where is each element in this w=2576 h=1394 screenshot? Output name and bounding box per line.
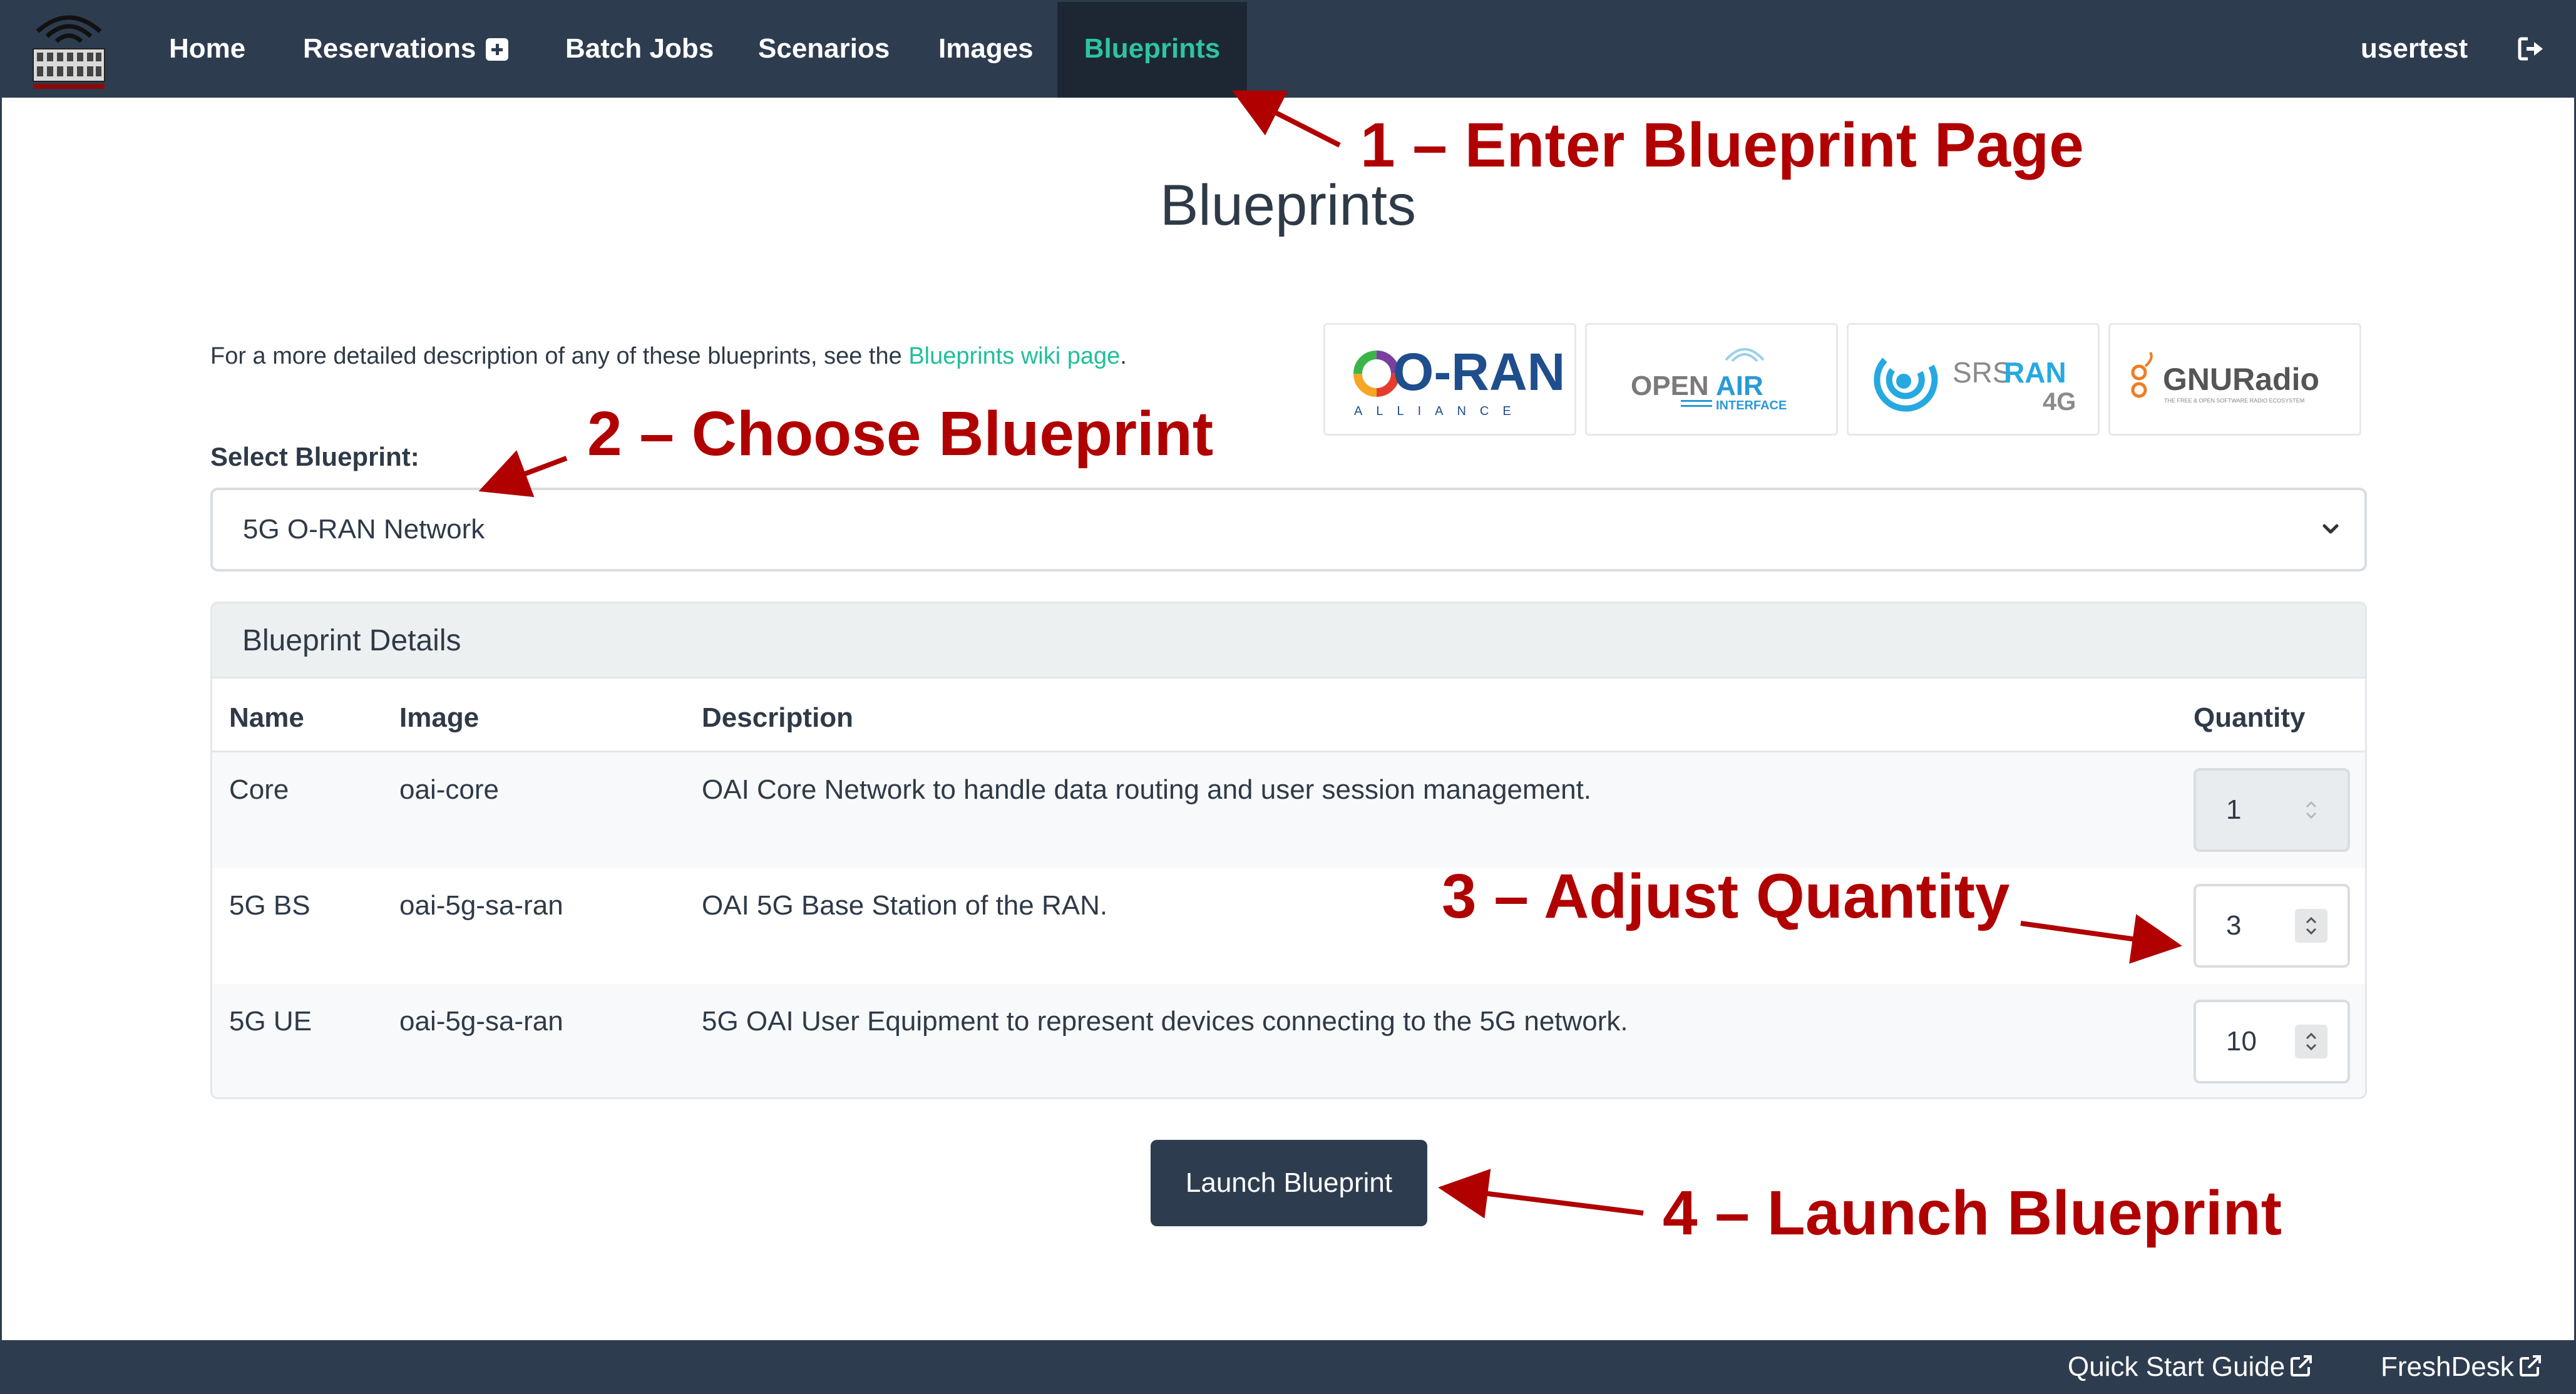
column-header-name: Name <box>229 702 304 733</box>
column-header-description: Description <box>702 702 854 733</box>
oran-logo-card: O-RAN ALLIANCE <box>1323 323 1576 436</box>
row-image: oai-5g-sa-ran <box>399 1006 563 1037</box>
blueprint-select[interactable]: 5G O-RAN Network <box>210 488 2367 571</box>
oran-logo-icon: O-RAN ALLIANCE <box>1353 342 1565 418</box>
external-link-icon <box>2291 1355 2312 1376</box>
svg-text:O-RAN: O-RAN <box>1393 342 1565 401</box>
blueprint-details-panel: Blueprint Details Name Image Description… <box>210 602 2367 1099</box>
row-description: 5G OAI User Equipment to represent devic… <box>702 1006 1628 1037</box>
blueprints-wiki-link[interactable]: Blueprints wiki page <box>908 343 1120 369</box>
quantity-stepper-5g-bs[interactable]: 3 <box>2194 884 2350 968</box>
row-name: Core <box>229 774 289 805</box>
quantity-value: 1 <box>2226 794 2242 825</box>
launch-blueprint-button[interactable]: Launch Blueprint <box>1151 1140 1427 1226</box>
stepper-arrows-icon[interactable] <box>2295 1025 2327 1058</box>
column-header-image: Image <box>399 702 480 733</box>
row-description: OAI 5G Base Station of the RAN. <box>702 890 1108 921</box>
table-row: Core oai-core OAI Core Network to handle… <box>212 752 2365 868</box>
nav-blueprints[interactable]: Blueprints <box>1057 0 1247 98</box>
nav-reservations[interactable]: Reservations <box>303 0 509 98</box>
svg-text:SRS: SRS <box>1953 356 2012 389</box>
svg-text:4G: 4G <box>2043 388 2076 416</box>
stepper-arrows-icon <box>2295 793 2327 827</box>
page-title: Blueprints <box>1159 173 1417 237</box>
arrow-step-1 <box>1231 90 1341 148</box>
row-name: 5G BS <box>229 890 310 921</box>
srsran-logo-icon: SRS RAN 4G <box>1874 356 2076 416</box>
blueprint-select-value: 5G O-RAN Network <box>243 514 485 545</box>
arrow-step-4 <box>1438 1169 1644 1219</box>
srsran-logo-card: SRS RAN 4G <box>1847 323 2100 436</box>
add-reservation-icon[interactable] <box>486 38 509 61</box>
select-blueprint-label: Select Blueprint: <box>210 442 419 471</box>
nav-images[interactable]: Images <box>938 0 1034 98</box>
row-name: 5G UE <box>229 1006 312 1037</box>
annotation-step-2: 2 – Choose Blueprint <box>587 399 1214 469</box>
svg-text:GNURadio: GNURadio <box>2163 362 2319 397</box>
external-link-icon <box>2519 1355 2541 1376</box>
openairinterface-logo-card: OPEN AIR INTERFACE <box>1585 323 1838 436</box>
row-image: oai-core <box>399 774 499 805</box>
freshdesk-link[interactable]: FreshDesk <box>2381 1340 2543 1394</box>
row-description: OAI Core Network to handle data routing … <box>702 774 1592 805</box>
table-row: 5G UE oai-5g-sa-ran 5G OAI User Equipmen… <box>212 984 2365 1097</box>
openairinterface-logo-icon: OPEN AIR INTERFACE <box>1631 348 1787 413</box>
arrow-step-2 <box>478 450 568 498</box>
colosseum-logo-icon[interactable] <box>28 5 110 93</box>
sign-out-icon[interactable] <box>2518 36 2545 61</box>
nav-batch-jobs[interactable]: Batch Jobs <box>565 0 714 98</box>
quick-start-guide-link[interactable]: Quick Start Guide <box>2068 1340 2314 1394</box>
footer: Quick Start Guide FreshDesk <box>0 1340 2576 1394</box>
annotation-step-4: 4 – Launch Blueprint <box>1663 1178 2282 1248</box>
svg-text:ALLIANCE: ALLIANCE <box>1354 404 1525 418</box>
annotation-step-3: 3 – Adjust Quantity <box>1442 861 2010 931</box>
gnuradio-logo-card: GNURadio THE FREE & OPEN SOFTWARE RADIO … <box>2108 323 2361 436</box>
gnuradio-logo-icon: GNURadio THE FREE & OPEN SOFTWARE RADIO … <box>2131 351 2319 404</box>
row-image: oai-5g-sa-ran <box>399 890 563 921</box>
svg-text:RAN: RAN <box>2004 356 2066 389</box>
svg-text:OPEN: OPEN <box>1631 371 1709 401</box>
user-menu[interactable]: usertest <box>2361 0 2468 98</box>
annotation-step-1: 1 – Enter Blueprint Page <box>1360 110 2084 180</box>
nav-scenarios[interactable]: Scenarios <box>758 0 890 98</box>
top-navbar: Home Reservations Batch Jobs Scenarios I… <box>0 0 2576 98</box>
intro-text: For a more detailed description of any o… <box>210 343 1127 369</box>
quantity-value: 10 <box>2226 1026 2257 1057</box>
svg-text:AIR: AIR <box>1716 371 1763 401</box>
quantity-value: 3 <box>2226 910 2242 941</box>
table-row: 5G BS oai-5g-sa-ran OAI 5G Base Station … <box>212 868 2365 984</box>
chevron-down-icon <box>2322 524 2339 534</box>
svg-text:INTERFACE: INTERFACE <box>1716 399 1787 413</box>
svg-text:THE FREE & OPEN SOFTWARE RADIO: THE FREE & OPEN SOFTWARE RADIO ECOSYSTEM <box>2164 397 2304 404</box>
quantity-stepper-5g-ue[interactable]: 10 <box>2194 1000 2350 1084</box>
panel-header: Blueprint Details <box>212 603 2365 679</box>
panel-title: Blueprint Details <box>242 624 461 657</box>
quantity-stepper-core: 1 <box>2194 768 2350 852</box>
column-header-quantity: Quantity <box>2194 702 2306 733</box>
nav-home[interactable]: Home <box>169 0 245 98</box>
stepper-arrows-icon[interactable] <box>2295 909 2327 943</box>
